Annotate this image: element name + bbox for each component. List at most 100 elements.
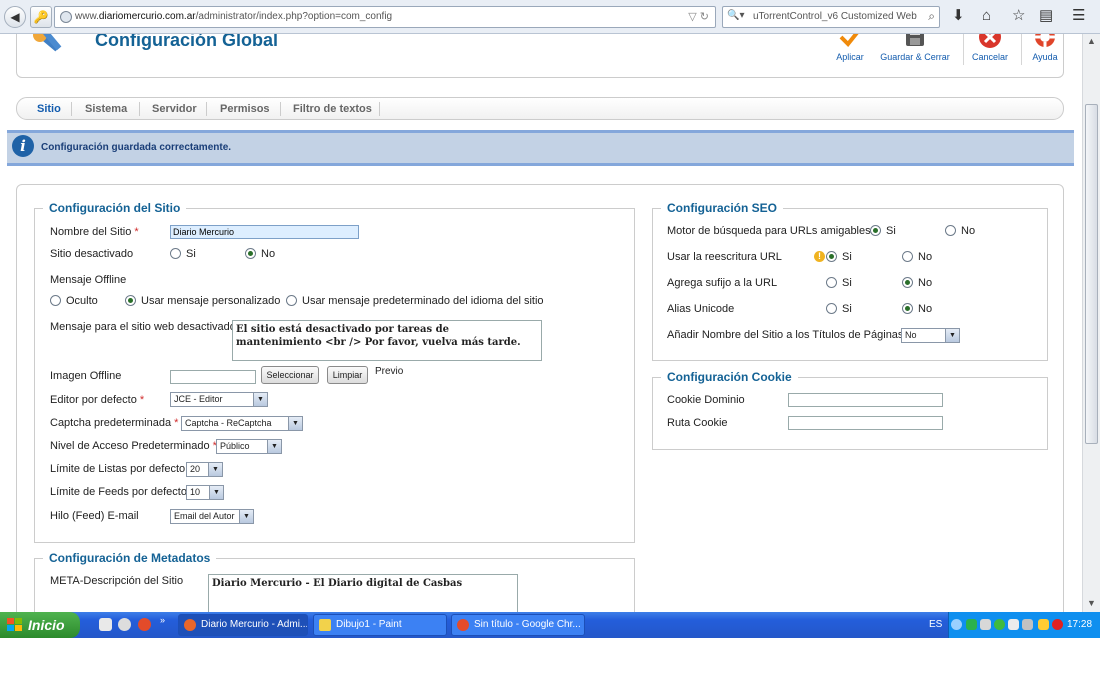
feed-email-select[interactable]: Email del Autor ▼: [170, 509, 254, 524]
language-indicator[interactable]: ES: [929, 619, 942, 630]
bookmarks-menu-icon[interactable]: ▤: [1039, 8, 1053, 24]
address-bar[interactable]: www.diariomercurio.com.ar/administrator/…: [54, 6, 716, 28]
windows-logo-icon: [7, 618, 22, 631]
tray-pen-icon[interactable]: [1038, 619, 1049, 630]
scrollbar-thumb[interactable]: [1085, 104, 1098, 444]
offline-image-label: Imagen Offline: [50, 370, 122, 382]
chevron-down-icon: ▼: [209, 486, 223, 499]
clear-image-button[interactable]: Limpiar: [327, 366, 368, 384]
download-icon[interactable]: ⬇: [952, 8, 965, 24]
cookie-domain-label: Cookie Dominio: [667, 394, 745, 406]
cancel-button[interactable]: Cancelar: [970, 34, 1010, 62]
home-icon[interactable]: ⌂: [982, 8, 991, 24]
search-text: uTorrentControl_v6 Customized Web Sea: [753, 11, 917, 22]
quicklaunch-expand-icon[interactable]: »: [160, 615, 165, 625]
tab-separator: [71, 102, 72, 116]
suffix-no-radio[interactable]: [902, 277, 913, 288]
back-button[interactable]: ◀: [4, 6, 26, 28]
offline-hidden-label: Oculto: [66, 295, 98, 307]
help-button[interactable]: Ayuda: [1029, 34, 1061, 62]
rewrite-yes-label: Si: [842, 251, 852, 263]
quicklaunch-player-icon[interactable]: [118, 618, 131, 631]
scroll-up-icon[interactable]: ▲: [1087, 36, 1096, 46]
tray-security-icon[interactable]: [1052, 619, 1063, 630]
search-field[interactable]: 🔍▾ uTorrentControl_v6 Customized Web Sea…: [722, 6, 940, 28]
offline-image-field[interactable]: [170, 370, 256, 384]
list-limit-select[interactable]: 20 ▼: [186, 462, 223, 477]
config-tabs: Sitio Sistema Servidor Permisos Filtro d…: [16, 97, 1064, 120]
unicode-yes-label: Si: [842, 303, 852, 315]
captcha-label: Captcha predeterminada *: [50, 417, 179, 429]
toolbar: Configuración Global Aplicar Guardar & C…: [16, 34, 1064, 78]
tab-sitio[interactable]: Sitio: [37, 103, 61, 115]
globe-icon: [60, 11, 72, 23]
sef-yes-radio[interactable]: [870, 225, 881, 236]
identity-icon[interactable]: 🔑: [30, 6, 52, 28]
unicode-alias-label: Alias Unicode: [667, 303, 735, 315]
search-engine-icon[interactable]: 🔍▾: [727, 10, 744, 21]
tray-expand-icon[interactable]: [951, 619, 962, 630]
access-level-label: Nivel de Acceso Predeterminado *: [50, 440, 217, 452]
offline-custom-radio[interactable]: [125, 295, 136, 306]
chevron-down-icon: ▼: [945, 329, 959, 342]
cookie-path-label: Ruta Cookie: [667, 417, 728, 429]
task-paint[interactable]: Dibujo1 - Paint: [313, 614, 447, 636]
feed-limit-select[interactable]: 10 ▼: [186, 485, 224, 500]
access-level-select[interactable]: Público ▼: [216, 439, 282, 454]
offline-no-radio[interactable]: [245, 248, 256, 259]
tray-info-icon[interactable]: [994, 619, 1005, 630]
sitename-in-title-select[interactable]: No ▼: [901, 328, 960, 343]
start-button[interactable]: Inicio: [0, 612, 80, 638]
meta-description-area[interactable]: Diario Mercurio - El Diario digital de C…: [208, 574, 518, 612]
page-content: Configuración Global Aplicar Guardar & C…: [0, 34, 1082, 612]
quicklaunch-desktop-icon[interactable]: [99, 618, 112, 631]
message-text: Configuración guardada correctamente.: [41, 142, 232, 153]
tab-servidor[interactable]: Servidor: [152, 103, 197, 115]
quicklaunch-chrome-icon[interactable]: [138, 618, 151, 631]
tray-display-icon[interactable]: [1008, 619, 1019, 630]
tray-volume-icon[interactable]: [1022, 619, 1033, 630]
bookmark-star-icon[interactable]: ☆: [1012, 8, 1025, 24]
select-image-button[interactable]: Seleccionar: [261, 366, 319, 384]
offline-default-radio[interactable]: [286, 295, 297, 306]
save-close-button[interactable]: Guardar & Cerrar: [877, 34, 953, 62]
save-icon: [906, 34, 924, 46]
scroll-down-icon[interactable]: ▼: [1087, 598, 1096, 608]
vertical-scrollbar[interactable]: ▲ ▼: [1082, 34, 1100, 612]
cookie-domain-field[interactable]: [788, 393, 943, 407]
tab-permisos[interactable]: Permisos: [220, 103, 270, 115]
chrome-icon: [457, 619, 469, 631]
rewrite-yes-radio[interactable]: [826, 251, 837, 262]
check-icon: [839, 34, 859, 47]
suffix-yes-radio[interactable]: [826, 277, 837, 288]
unicode-no-radio[interactable]: [902, 303, 913, 314]
apply-button[interactable]: Aplicar: [835, 34, 865, 62]
list-limit-label: Límite de Listas por defecto: [50, 463, 186, 475]
captcha-select[interactable]: Captcha - ReCaptcha ▼: [181, 416, 303, 431]
cancel-label: Cancelar: [971, 52, 1009, 62]
site-name-field[interactable]: [170, 225, 359, 239]
offline-hidden-radio[interactable]: [50, 295, 61, 306]
site-offline-label: Sitio desactivado: [50, 248, 134, 260]
menu-icon[interactable]: ☰: [1072, 8, 1085, 24]
cookie-group: Configuración Cookie: [652, 370, 1048, 450]
tab-sistema[interactable]: Sistema: [85, 103, 127, 115]
task-chrome[interactable]: Sin título - Google Chr...: [451, 614, 585, 636]
sef-no-radio[interactable]: [945, 225, 956, 236]
task-browser[interactable]: Diario Mercurio - Admi...: [178, 614, 308, 636]
sef-no-label: No: [961, 225, 976, 237]
offline-text-area[interactable]: El sitio está desactivado por tareas de …: [232, 320, 542, 361]
tab-separator: [139, 102, 140, 116]
tray-app-icon[interactable]: [966, 619, 977, 630]
offline-text-label: Mensaje para el sitio web desactivado: [50, 321, 236, 333]
tab-filtro-textos[interactable]: Filtro de textos: [293, 103, 372, 115]
cookie-path-field[interactable]: [788, 416, 943, 430]
reload-icon[interactable]: ▽ ↻: [688, 10, 709, 23]
offline-yes-radio[interactable]: [170, 248, 181, 259]
rewrite-no-radio[interactable]: [902, 251, 913, 262]
magnifier-icon[interactable]: ⌕: [928, 9, 935, 24]
tray-network-icon[interactable]: [980, 619, 991, 630]
unicode-yes-radio[interactable]: [826, 303, 837, 314]
offline-no-label: No: [261, 248, 276, 260]
editor-select[interactable]: JCE - Editor ▼: [170, 392, 268, 407]
